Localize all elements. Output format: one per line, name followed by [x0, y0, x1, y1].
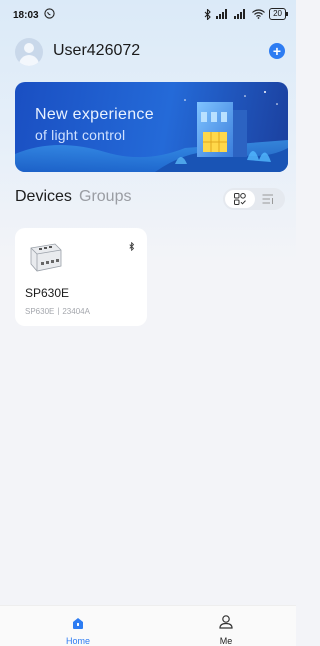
nav-me[interactable]: Me	[206, 614, 246, 646]
add-device-button[interactable]: +	[269, 43, 285, 59]
status-time: 18:03	[13, 10, 39, 21]
status-bar: 18:03 20	[0, 0, 296, 30]
list-view-button[interactable]	[257, 190, 279, 208]
whatsapp-icon	[44, 8, 55, 22]
controller-device-icon	[30, 243, 62, 272]
nav-home[interactable]: Home	[58, 616, 98, 646]
username: User426072	[53, 42, 141, 59]
bluetooth-icon	[129, 242, 135, 251]
device-card[interactable]: SP630E SP630E丨23404A	[15, 228, 147, 326]
banner-headline: New experience	[35, 106, 154, 123]
view-toggle	[223, 188, 285, 210]
device-group-tabs: Devices Groups	[15, 188, 285, 210]
bluetooth-icon	[204, 8, 211, 20]
grid-icon	[234, 193, 246, 205]
bottom-nav: Home Me	[0, 605, 296, 646]
user-header: User426072 +	[15, 38, 285, 66]
signal-icon	[216, 9, 228, 19]
status-icons: 20	[204, 8, 288, 20]
avatar[interactable]	[15, 38, 43, 66]
device-name: SP630E	[25, 286, 70, 300]
promo-banner[interactable]: New experience of light control	[15, 82, 288, 172]
profile-icon	[219, 615, 233, 629]
grid-view-button[interactable]	[225, 190, 255, 208]
tab-devices[interactable]: Devices	[15, 188, 72, 206]
banner-subheadline: of light control	[35, 127, 126, 143]
wifi-icon	[252, 9, 266, 19]
tab-groups[interactable]: Groups	[79, 188, 131, 206]
signal-icon-2	[234, 9, 246, 19]
battery-indicator: 20	[269, 8, 288, 20]
home-icon	[73, 618, 83, 629]
device-subtitle: SP630E丨23404A	[25, 307, 90, 316]
list-icon	[262, 194, 273, 204]
